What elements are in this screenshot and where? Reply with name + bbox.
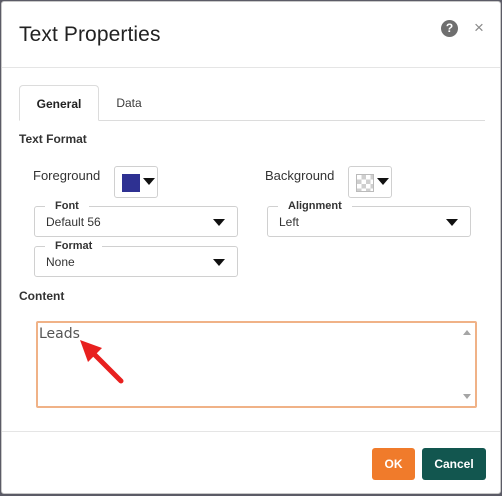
ok-button[interactable]: OK: [372, 448, 415, 480]
tab-general[interactable]: General: [19, 85, 99, 121]
tab-data[interactable]: Data: [102, 85, 156, 121]
content-value: Leads: [39, 326, 80, 342]
font-value: Default 56: [46, 215, 101, 229]
close-icon[interactable]: ×: [474, 19, 484, 37]
text-format-heading: Text Format: [19, 132, 87, 146]
format-value: None: [46, 255, 75, 269]
dialog-header: Text Properties ? ×: [2, 2, 500, 68]
content-heading: Content: [19, 289, 65, 303]
chevron-down-icon: [143, 178, 155, 185]
background-color-picker[interactable]: [348, 166, 392, 198]
chevron-down-icon: [377, 178, 389, 185]
question-circle-icon[interactable]: ?: [441, 20, 458, 37]
chevron-down-icon: [213, 219, 225, 226]
font-legend: Font: [45, 200, 89, 212]
dialog-title: Text Properties: [19, 23, 161, 46]
background-label: Background: [265, 168, 335, 183]
chevron-down-icon: [446, 219, 458, 226]
alignment-legend: Alignment: [278, 200, 352, 212]
red-arrow-annotation: [80, 340, 124, 384]
transparent-swatch: [356, 174, 374, 192]
scroll-up-icon[interactable]: [463, 330, 471, 335]
alignment-value: Left: [279, 215, 300, 229]
chevron-down-icon: [213, 259, 225, 266]
foreground-swatch: [122, 174, 140, 192]
font-select[interactable]: Font Default 56: [34, 200, 238, 237]
footer-divider: [2, 431, 500, 432]
text-properties-dialog: Text Properties ? × General Data Text Fo…: [1, 1, 501, 494]
format-select[interactable]: Format None: [34, 240, 238, 277]
foreground-color-picker[interactable]: [114, 166, 158, 198]
format-legend: Format: [45, 240, 103, 252]
cancel-button[interactable]: Cancel: [422, 448, 486, 480]
alignment-select[interactable]: Alignment Left: [267, 200, 471, 237]
foreground-label: Foreground: [33, 168, 101, 183]
textarea-scrollbar[interactable]: [461, 325, 473, 404]
scroll-down-icon[interactable]: [463, 394, 471, 399]
